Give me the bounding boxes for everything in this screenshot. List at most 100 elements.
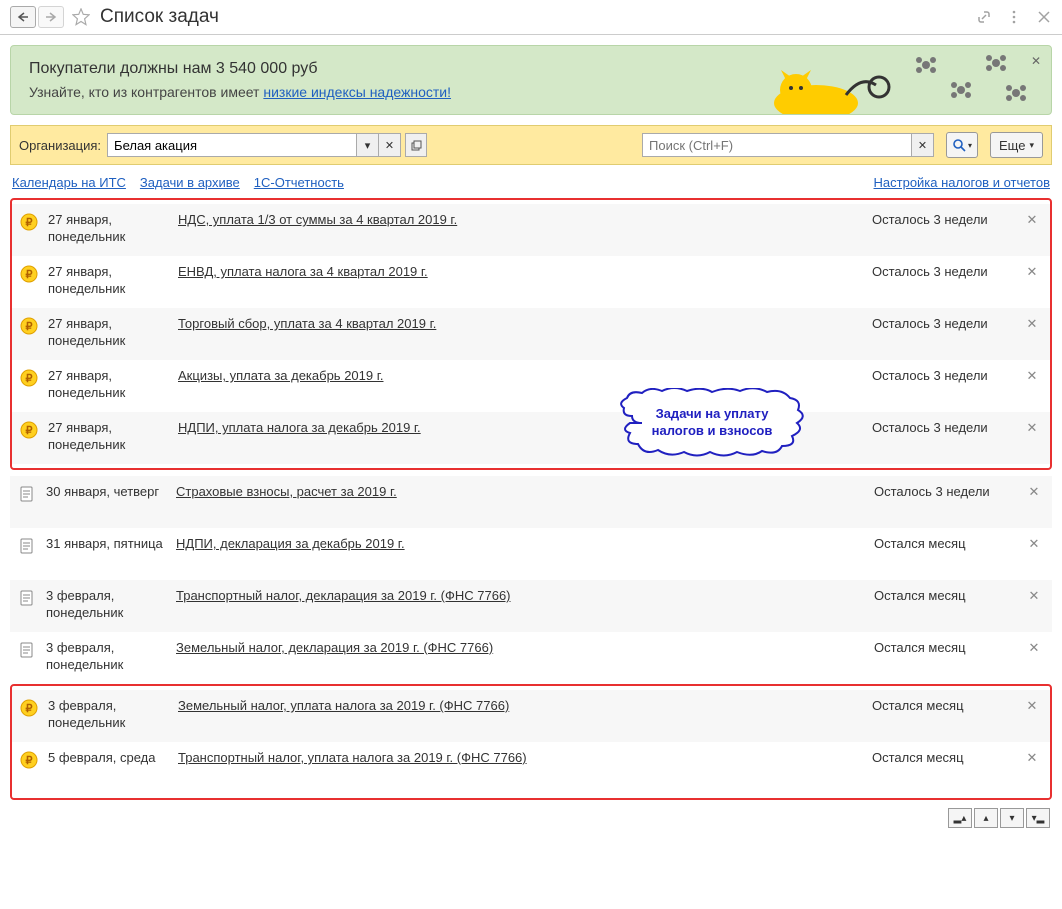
document-icon bbox=[18, 485, 36, 503]
callout-line2: налогов и взносов bbox=[652, 423, 773, 438]
search-icon bbox=[952, 138, 966, 152]
title-bar: Список задач bbox=[0, 0, 1062, 35]
task-dismiss-button[interactable]: ✕ bbox=[1022, 420, 1042, 436]
scroll-up-button[interactable]: ▴ bbox=[974, 808, 998, 828]
task-link[interactable]: Акцизы, уплата за декабрь 2019 г. bbox=[178, 368, 384, 383]
task-link[interactable]: Торговый сбор, уплата за 4 квартал 2019 … bbox=[178, 316, 436, 331]
task-date: 27 января, понедельник bbox=[48, 212, 178, 246]
task-link[interactable]: Земельный налог, уплата налога за 2019 г… bbox=[178, 698, 509, 713]
link-tax-settings[interactable]: Настройка налогов и отчетов bbox=[874, 175, 1050, 190]
task-row[interactable]: ₽27 января, понедельникАкцизы, уплата за… bbox=[12, 360, 1050, 412]
task-link[interactable]: Транспортный налог, уплата налога за 201… bbox=[178, 750, 527, 765]
ruble-icon: ₽ bbox=[20, 421, 38, 439]
task-dismiss-button[interactable]: ✕ bbox=[1022, 316, 1042, 332]
close-icon[interactable] bbox=[1036, 9, 1052, 25]
task-dismiss-button[interactable]: ✕ bbox=[1024, 484, 1044, 500]
task-date: 31 января, пятница bbox=[46, 536, 176, 553]
task-dismiss-button[interactable]: ✕ bbox=[1024, 640, 1044, 656]
task-remaining: Остался месяц bbox=[874, 640, 1024, 655]
chevron-down-icon: ▾ bbox=[1029, 140, 1034, 151]
org-label: Организация: bbox=[19, 138, 101, 153]
search-input[interactable] bbox=[642, 133, 912, 157]
scroll-top-button[interactable]: ▂▴ bbox=[948, 808, 972, 828]
document-icon bbox=[18, 537, 36, 555]
ruble-icon: ₽ bbox=[20, 317, 38, 335]
task-row[interactable]: 3 февраля, понедельникЗемельный налог, д… bbox=[10, 632, 1052, 684]
task-date: 27 января, понедельник bbox=[48, 264, 178, 298]
task-date: 5 февраля, среда bbox=[48, 750, 178, 767]
task-group-highlighted: ₽27 января, понедельникНДС, уплата 1/3 о… bbox=[10, 198, 1052, 470]
task-remaining: Остался месяц bbox=[872, 698, 1022, 713]
org-open-button[interactable] bbox=[405, 133, 427, 157]
scroll-down-button[interactable]: ▾ bbox=[1000, 808, 1024, 828]
more-button[interactable]: Еще ▾ bbox=[990, 132, 1043, 158]
link-reporting[interactable]: 1С-Отчетность bbox=[254, 175, 344, 190]
nav-back-button[interactable] bbox=[10, 6, 36, 28]
task-link[interactable]: НДПИ, декларация за декабрь 2019 г. bbox=[176, 536, 405, 551]
svg-text:₽: ₽ bbox=[26, 425, 33, 437]
task-row[interactable]: ₽5 февраля, средаТранспортный налог, упл… bbox=[12, 742, 1050, 794]
task-link[interactable]: ЕНВД, уплата налога за 4 квартал 2019 г. bbox=[178, 264, 428, 279]
link-archive[interactable]: Задачи в архиве bbox=[140, 175, 240, 190]
task-link[interactable]: Страховые взносы, расчет за 2019 г. bbox=[176, 484, 397, 499]
task-link[interactable]: Земельный налог, декларация за 2019 г. (… bbox=[176, 640, 493, 655]
link-icon[interactable] bbox=[976, 9, 992, 25]
task-link[interactable]: Транспортный налог, декларация за 2019 г… bbox=[176, 588, 511, 603]
svg-text:₽: ₽ bbox=[26, 321, 33, 333]
arrow-right-icon bbox=[45, 12, 57, 22]
task-dismiss-button[interactable]: ✕ bbox=[1024, 536, 1044, 552]
ruble-icon: ₽ bbox=[20, 265, 38, 283]
task-remaining: Осталось 3 недели bbox=[872, 420, 1022, 435]
banner-subtitle-prefix: Узнайте, кто из контрагентов имеет bbox=[29, 84, 263, 100]
link-calendar[interactable]: Календарь на ИТС bbox=[12, 175, 126, 190]
scroll-bottom-button[interactable]: ▾▂ bbox=[1026, 808, 1050, 828]
ruble-icon: ₽ bbox=[20, 699, 38, 717]
task-row[interactable]: ₽27 января, понедельникЕНВД, уплата нало… bbox=[12, 256, 1050, 308]
task-row[interactable]: 31 января, пятницаНДПИ, декларация за де… bbox=[10, 528, 1052, 580]
task-row[interactable]: ₽3 февраля, понедельникЗемельный налог, … bbox=[12, 690, 1050, 742]
task-remaining: Осталось 3 недели bbox=[874, 484, 1024, 499]
task-dismiss-button[interactable]: ✕ bbox=[1022, 698, 1042, 714]
nav-forward-button[interactable] bbox=[38, 6, 64, 28]
task-list: Задачи на уплату налогов и взносов ₽27 я… bbox=[10, 198, 1052, 800]
toolbar: Организация: ▾ ✕ ✕ ▾ Еще ▾ bbox=[10, 125, 1052, 165]
organization-input[interactable] bbox=[107, 133, 357, 157]
task-row[interactable]: ₽27 января, понедельникТорговый сбор, уп… bbox=[12, 308, 1050, 360]
task-dismiss-button[interactable]: ✕ bbox=[1022, 264, 1042, 280]
svg-text:₽: ₽ bbox=[26, 373, 33, 385]
banner-link[interactable]: низкие индексы надежности! bbox=[263, 84, 451, 100]
star-icon[interactable] bbox=[72, 8, 90, 26]
task-row[interactable]: ₽27 января, понедельникНДПИ, уплата нало… bbox=[12, 412, 1050, 464]
org-dropdown-button[interactable]: ▾ bbox=[357, 133, 379, 157]
task-dismiss-button[interactable]: ✕ bbox=[1022, 368, 1042, 384]
arrow-left-icon bbox=[17, 12, 29, 22]
svg-text:₽: ₽ bbox=[26, 217, 33, 229]
task-link[interactable]: НДПИ, уплата налога за декабрь 2019 г. bbox=[178, 420, 421, 435]
search-button[interactable]: ▾ bbox=[946, 132, 978, 158]
popout-icon bbox=[411, 140, 422, 151]
page-title: Список задач bbox=[100, 6, 219, 28]
task-row[interactable]: 30 января, четвергСтраховые взносы, расч… bbox=[10, 476, 1052, 528]
search-clear-button[interactable]: ✕ bbox=[912, 133, 934, 157]
task-dismiss-button[interactable]: ✕ bbox=[1022, 212, 1042, 228]
document-icon bbox=[18, 641, 36, 659]
task-dismiss-button[interactable]: ✕ bbox=[1024, 588, 1044, 604]
menu-dots-icon[interactable] bbox=[1006, 9, 1022, 25]
task-date: 3 февраля, понедельник bbox=[46, 588, 176, 622]
task-date: 27 января, понедельник bbox=[48, 316, 178, 350]
svg-text:₽: ₽ bbox=[26, 755, 33, 767]
task-row[interactable]: ₽27 января, понедельникНДС, уплата 1/3 о… bbox=[12, 204, 1050, 256]
task-group: 30 января, четвергСтраховые взносы, расч… bbox=[10, 476, 1052, 684]
svg-text:₽: ₽ bbox=[26, 269, 33, 281]
task-remaining: Осталось 3 недели bbox=[872, 368, 1022, 383]
task-remaining: Осталось 3 недели bbox=[872, 264, 1022, 279]
task-date: 3 февраля, понедельник bbox=[46, 640, 176, 674]
task-remaining: Осталось 3 недели bbox=[872, 316, 1022, 331]
task-link[interactable]: НДС, уплата 1/3 от суммы за 4 квартал 20… bbox=[178, 212, 457, 227]
task-dismiss-button[interactable]: ✕ bbox=[1022, 750, 1042, 766]
footer-nav: ▂▴ ▴ ▾ ▾▂ bbox=[12, 808, 1050, 828]
document-icon bbox=[18, 589, 36, 607]
org-clear-button[interactable]: ✕ bbox=[379, 133, 401, 157]
info-banner: Покупатели должны нам 3 540 000 руб Узна… bbox=[10, 45, 1052, 115]
task-row[interactable]: 3 февраля, понедельникТранспортный налог… bbox=[10, 580, 1052, 632]
